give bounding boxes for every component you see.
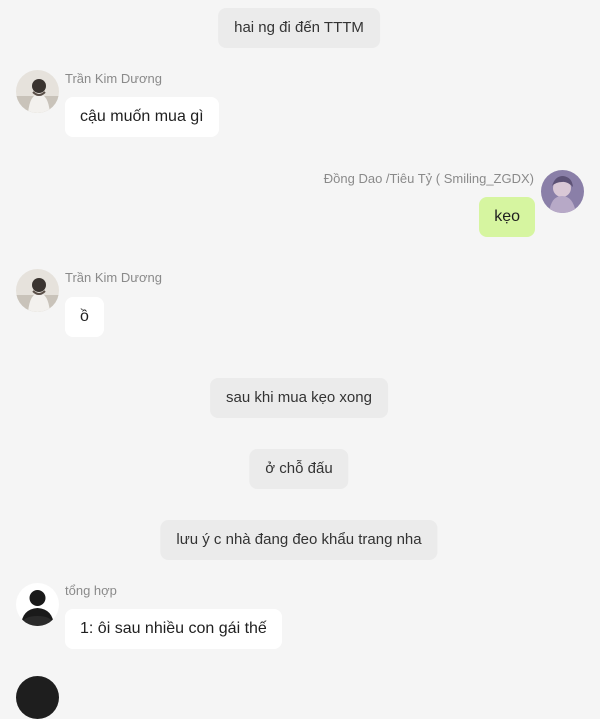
- avatar[interactable]: [16, 70, 59, 113]
- user-avatar-2-icon: [541, 170, 584, 213]
- avatar[interactable]: [16, 583, 59, 626]
- sender-name: Trần Kim Dương: [65, 71, 162, 86]
- silhouette-avatar-icon: [16, 583, 59, 626]
- avatar[interactable]: [541, 170, 584, 213]
- system-message: lưu ý c nhà đang đeo khẩu trang nha: [160, 520, 438, 560]
- message-bubble[interactable]: ồ: [65, 297, 104, 337]
- system-message: hai ng đi đến TTTM: [218, 8, 380, 48]
- system-message: ở chỗ đấu: [249, 449, 349, 489]
- message-bubble[interactable]: kẹo: [479, 197, 535, 237]
- message-bubble[interactable]: cậu muốn mua gì: [65, 97, 219, 137]
- avatar[interactable]: [16, 676, 59, 719]
- message-bubble[interactable]: 1: ôi sau nhiều con gái thế: [65, 609, 282, 649]
- user-avatar-1-icon: [16, 70, 59, 113]
- sender-name: Đồng Dao /Tiêu Tỷ ( Smiling_ZGDX): [323, 171, 534, 186]
- user-avatar-1-icon: [16, 269, 59, 312]
- system-message: sau khi mua kẹo xong: [210, 378, 388, 418]
- sender-name: tổng hợp: [65, 583, 117, 598]
- sender-name: Trần Kim Dương: [65, 270, 162, 285]
- avatar[interactable]: [16, 269, 59, 312]
